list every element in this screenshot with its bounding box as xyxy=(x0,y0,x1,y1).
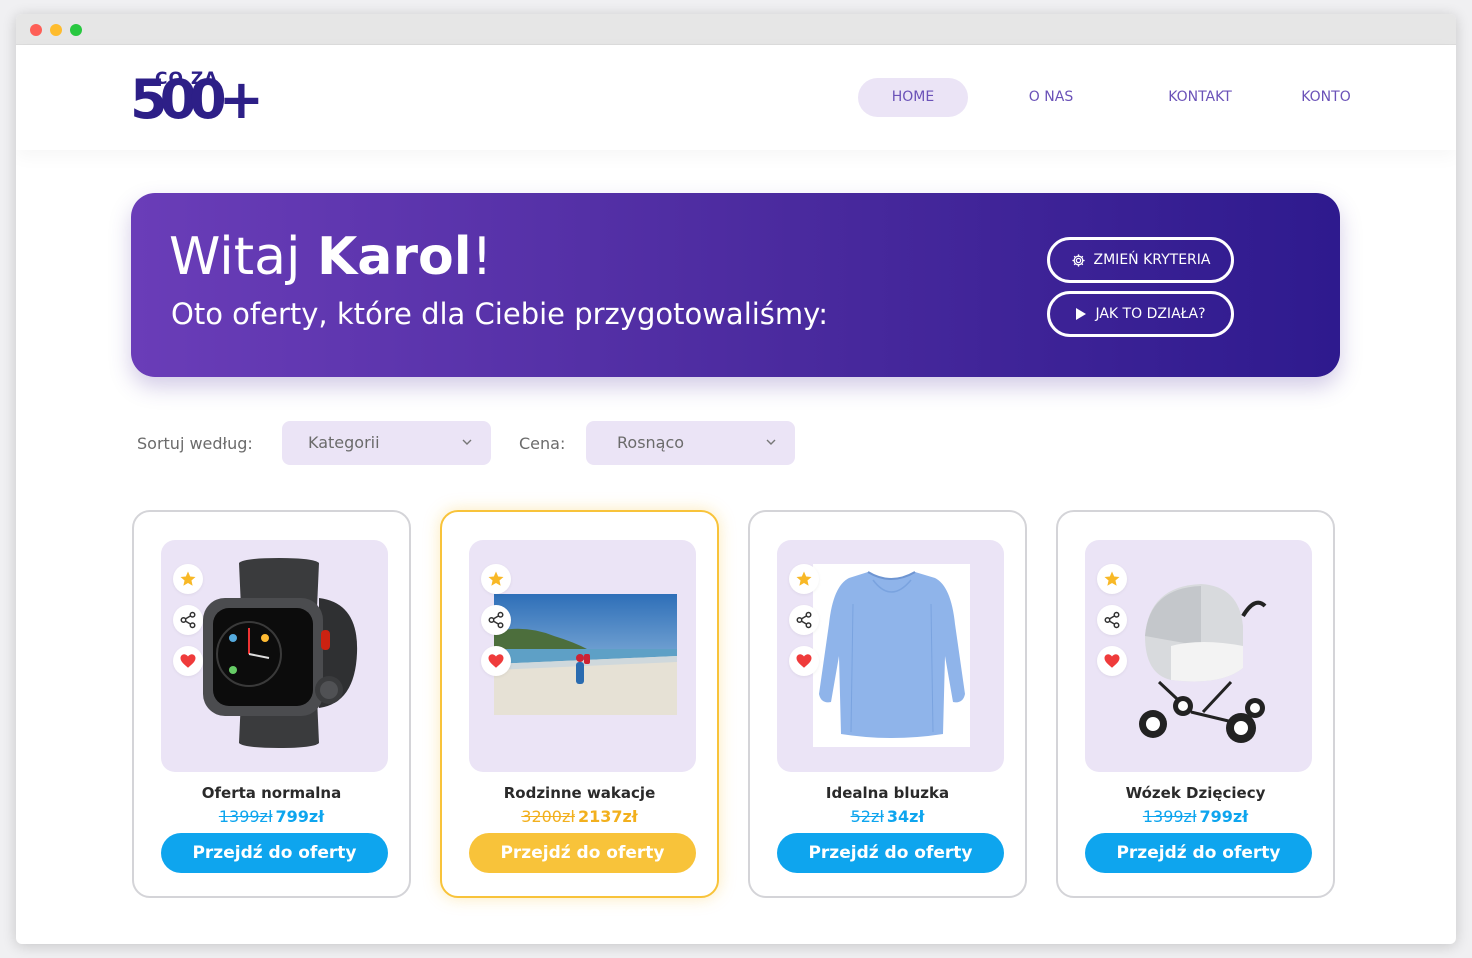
nav-o-nas[interactable]: O NAS xyxy=(1006,78,1096,117)
how-it-works-button[interactable]: JAK TO DZIAŁA? xyxy=(1047,291,1234,337)
nav-kontakt[interactable]: KONTAKT xyxy=(1154,78,1246,117)
welcome-banner: Witaj Karol! Oto oferty, które dla Ciebi… xyxy=(131,193,1340,377)
favorite-star-button[interactable] xyxy=(1097,564,1127,594)
hero-title: Witaj Karol! xyxy=(169,227,492,287)
offer-title: Idealna bluzka xyxy=(825,784,950,802)
filter-bar: Sortuj według: Kategorii Cena: Rosnąco xyxy=(137,421,837,465)
offer-card-featured[interactable]: Rodzinne wakacje 3200zł 2137zł Przejdź do… xyxy=(440,510,719,898)
hero-user-name: Karol xyxy=(316,227,472,287)
go-to-offer-button[interactable]: Przejdź do oferty xyxy=(161,833,388,873)
share-button[interactable] xyxy=(481,605,511,635)
favorite-star-button[interactable] xyxy=(789,564,819,594)
gear-icon xyxy=(1071,253,1086,268)
new-price: 799zł xyxy=(1199,807,1249,826)
like-button[interactable] xyxy=(481,646,511,676)
share-icon xyxy=(1104,611,1120,629)
play-icon xyxy=(1075,307,1087,321)
offer-price: 1399zł 799zł xyxy=(1058,807,1333,826)
star-icon xyxy=(488,571,504,586)
share-icon xyxy=(796,611,812,629)
product-image-area xyxy=(469,540,696,772)
share-button[interactable] xyxy=(173,605,203,635)
product-image-area xyxy=(777,540,1004,772)
go-to-offer-button[interactable]: Przejdź do oferty xyxy=(777,833,1004,873)
offer-title: Wózek Dzięciecy xyxy=(1125,784,1266,802)
chevron-down-icon xyxy=(462,439,472,445)
browser-window: CO ZA 500+ HOME O NAS KONTAKT KONTO Wita… xyxy=(16,14,1456,944)
like-button[interactable] xyxy=(173,646,203,676)
offer-price: 3200zł 2137zł xyxy=(442,807,717,826)
offer-card[interactable]: Oferta normalna 1399zł 799zł Przejdź do o… xyxy=(132,510,411,898)
go-to-offer-button[interactable]: Przejdź do oferty xyxy=(1085,833,1312,873)
share-button[interactable] xyxy=(789,605,819,635)
blue-blouse-image xyxy=(813,564,970,751)
site-logo[interactable]: CO ZA 500+ xyxy=(130,69,270,129)
heart-icon xyxy=(488,654,504,668)
favorite-star-button[interactable] xyxy=(481,564,511,594)
sort-select[interactable]: Kategorii xyxy=(282,421,491,465)
share-button[interactable] xyxy=(1097,605,1127,635)
offer-title: Rodzinne wakacje xyxy=(503,784,656,802)
like-button[interactable] xyxy=(1097,646,1127,676)
offer-price: 1399zł 799zł xyxy=(134,807,409,826)
share-icon xyxy=(488,611,504,629)
new-price: 799zł xyxy=(275,807,325,826)
old-price: 1399zł xyxy=(1142,807,1197,826)
offer-title: Oferta normalna xyxy=(201,784,342,802)
heart-icon xyxy=(1104,654,1120,668)
old-price: 3200zł xyxy=(521,807,575,826)
beach-photo-image xyxy=(494,594,677,719)
old-price: 52zł xyxy=(850,807,884,826)
change-criteria-button[interactable]: ZMIEŃ KRYTERIA xyxy=(1047,237,1234,283)
price-select[interactable]: Rosnąco xyxy=(586,421,795,465)
sort-label: Sortuj według: xyxy=(137,434,253,453)
product-image-area xyxy=(1085,540,1312,772)
new-price: 2137zł xyxy=(577,807,638,826)
smartwatch-image xyxy=(199,558,364,752)
top-navbar: CO ZA 500+ HOME O NAS KONTAKT KONTO xyxy=(16,45,1456,150)
go-to-offer-button[interactable]: Przejdź do oferty xyxy=(469,833,696,873)
close-window-button[interactable] xyxy=(30,24,42,36)
heart-icon xyxy=(796,654,812,668)
maximize-window-button[interactable] xyxy=(70,24,82,36)
product-image-area xyxy=(161,540,388,772)
change-criteria-label: ZMIEŃ KRYTERIA xyxy=(1093,252,1211,268)
share-icon xyxy=(180,611,196,629)
window-titlebar xyxy=(16,14,1456,45)
nav-konto[interactable]: KONTO xyxy=(1288,78,1364,117)
how-it-works-label: JAK TO DZIAŁA? xyxy=(1095,306,1206,322)
favorite-star-button[interactable] xyxy=(173,564,203,594)
price-label: Cena: xyxy=(519,434,566,453)
star-icon xyxy=(1104,571,1120,586)
minimize-window-button[interactable] xyxy=(50,24,62,36)
like-button[interactable] xyxy=(789,646,819,676)
price-select-value: Rosnąco xyxy=(617,433,685,452)
chevron-down-icon xyxy=(766,439,776,445)
offer-price: 52zł 34zł xyxy=(750,807,1025,826)
hero-exclamation: ! xyxy=(471,227,493,287)
sort-select-value: Kategorii xyxy=(308,433,380,452)
new-price: 34zł xyxy=(886,807,925,826)
hero-greeting: Witaj xyxy=(169,227,317,287)
offer-card[interactable]: Idealna bluzka 52zł 34zł Przejdź do ofert… xyxy=(748,510,1027,898)
star-icon xyxy=(796,571,812,586)
star-icon xyxy=(180,571,196,586)
hero-subtitle: Oto oferty, które dla Ciebie przygotowal… xyxy=(171,297,828,331)
nav-home[interactable]: HOME xyxy=(858,78,968,117)
heart-icon xyxy=(180,654,196,668)
logo-big-text: 500+ xyxy=(130,68,264,131)
old-price: 1399zł xyxy=(218,807,273,826)
offer-card[interactable]: Wózek Dzięciecy 1399zł 799zł Przejdź do o… xyxy=(1056,510,1335,898)
baby-stroller-image xyxy=(1131,576,1271,755)
